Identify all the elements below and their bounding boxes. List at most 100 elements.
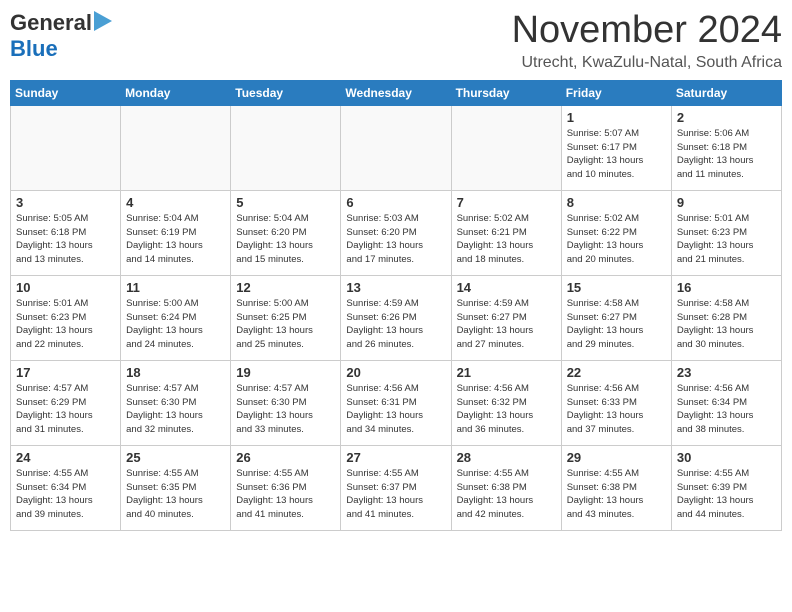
day-info: Sunrise: 4:56 AM Sunset: 6:34 PM Dayligh… [677, 382, 776, 437]
day-info: Sunrise: 4:58 AM Sunset: 6:27 PM Dayligh… [567, 297, 666, 352]
logo-arrow-icon [94, 11, 112, 36]
day-number: 20 [346, 365, 445, 380]
col-header-saturday: Saturday [671, 80, 781, 105]
calendar-cell: 3 Sunrise: 5:05 AM Sunset: 6:18 PM Daylig… [11, 190, 121, 275]
calendar-cell: 8 Sunrise: 5:02 AM Sunset: 6:22 PM Daylig… [561, 190, 671, 275]
calendar-week-2: 3 Sunrise: 5:05 AM Sunset: 6:18 PM Daylig… [11, 190, 782, 275]
calendar-cell: 27 Sunrise: 4:55 AM Sunset: 6:37 PM Dayli… [341, 445, 451, 530]
calendar-cell: 7 Sunrise: 5:02 AM Sunset: 6:21 PM Daylig… [451, 190, 561, 275]
calendar-cell: 5Sunrise: 5:04 AM Sunset: 6:20 PM Daylig… [231, 190, 341, 275]
day-number: 6 [346, 195, 445, 210]
day-number: 2 [677, 110, 776, 125]
page-header: General Blue November 2024 Utrecht, KwaZ… [10, 10, 782, 72]
month-title: November 2024 [512, 10, 782, 52]
day-number: 19 [236, 365, 335, 380]
day-number: 1 [567, 110, 666, 125]
day-number: 22 [567, 365, 666, 380]
day-number: 9 [677, 195, 776, 210]
day-info: Sunrise: 5:04 AM Sunset: 6:20 PM Dayligh… [236, 212, 335, 267]
day-number: 11 [126, 280, 225, 295]
calendar-cell: 2Sunrise: 5:06 AM Sunset: 6:18 PM Daylig… [671, 105, 781, 190]
calendar-cell [341, 105, 451, 190]
day-number: 4 [126, 195, 225, 210]
col-header-monday: Monday [121, 80, 231, 105]
day-info: Sunrise: 4:55 AM Sunset: 6:38 PM Dayligh… [457, 467, 556, 522]
day-number: 25 [126, 450, 225, 465]
day-info: Sunrise: 5:03 AM Sunset: 6:20 PM Dayligh… [346, 212, 445, 267]
day-info: Sunrise: 4:56 AM Sunset: 6:32 PM Dayligh… [457, 382, 556, 437]
day-number: 10 [16, 280, 115, 295]
day-number: 14 [457, 280, 556, 295]
calendar-week-3: 10 Sunrise: 5:01 AM Sunset: 6:23 PM Dayli… [11, 275, 782, 360]
location-subtitle: Utrecht, KwaZulu-Natal, South Africa [512, 54, 782, 72]
calendar-cell: 12Sunrise: 5:00 AM Sunset: 6:25 PM Dayli… [231, 275, 341, 360]
calendar-cell: 25 Sunrise: 4:55 AM Sunset: 6:35 PM Dayli… [121, 445, 231, 530]
calendar-cell: 9Sunrise: 5:01 AM Sunset: 6:23 PM Daylig… [671, 190, 781, 275]
calendar-week-1: 1 Sunrise: 5:07 AM Sunset: 6:17 PM Daylig… [11, 105, 782, 190]
day-info: Sunrise: 4:56 AM Sunset: 6:31 PM Dayligh… [346, 382, 445, 437]
day-info: Sunrise: 4:55 AM Sunset: 6:37 PM Dayligh… [346, 467, 445, 522]
calendar-cell: 13Sunrise: 4:59 AM Sunset: 6:26 PM Dayli… [341, 275, 451, 360]
col-header-sunday: Sunday [11, 80, 121, 105]
day-number: 16 [677, 280, 776, 295]
day-number: 7 [457, 195, 556, 210]
day-number: 21 [457, 365, 556, 380]
calendar-cell: 23 Sunrise: 4:56 AM Sunset: 6:34 PM Dayli… [671, 360, 781, 445]
day-info: Sunrise: 4:55 AM Sunset: 6:35 PM Dayligh… [126, 467, 225, 522]
calendar-header-row: SundayMondayTuesdayWednesdayThursdayFrid… [11, 80, 782, 105]
day-number: 3 [16, 195, 115, 210]
calendar-cell: 11 Sunrise: 5:00 AM Sunset: 6:24 PM Dayli… [121, 275, 231, 360]
logo-blue: Blue [10, 36, 58, 61]
day-number: 29 [567, 450, 666, 465]
day-info: Sunrise: 5:07 AM Sunset: 6:17 PM Dayligh… [567, 127, 666, 182]
calendar-cell: 21 Sunrise: 4:56 AM Sunset: 6:32 PM Dayli… [451, 360, 561, 445]
calendar-cell: 10 Sunrise: 5:01 AM Sunset: 6:23 PM Dayli… [11, 275, 121, 360]
calendar-week-4: 17Sunrise: 4:57 AM Sunset: 6:29 PM Dayli… [11, 360, 782, 445]
calendar-week-5: 24 Sunrise: 4:55 AM Sunset: 6:34 PM Dayli… [11, 445, 782, 530]
calendar-cell: 15 Sunrise: 4:58 AM Sunset: 6:27 PM Dayli… [561, 275, 671, 360]
calendar-cell: 20 Sunrise: 4:56 AM Sunset: 6:31 PM Dayli… [341, 360, 451, 445]
calendar-cell: 19 Sunrise: 4:57 AM Sunset: 6:30 PM Dayli… [231, 360, 341, 445]
day-info: Sunrise: 5:00 AM Sunset: 6:24 PM Dayligh… [126, 297, 225, 352]
calendar-cell [11, 105, 121, 190]
col-header-friday: Friday [561, 80, 671, 105]
calendar-cell: 26Sunrise: 4:55 AM Sunset: 6:36 PM Dayli… [231, 445, 341, 530]
calendar-cell: 22 Sunrise: 4:56 AM Sunset: 6:33 PM Dayli… [561, 360, 671, 445]
calendar-cell: 17Sunrise: 4:57 AM Sunset: 6:29 PM Dayli… [11, 360, 121, 445]
day-number: 28 [457, 450, 556, 465]
day-info: Sunrise: 5:02 AM Sunset: 6:21 PM Dayligh… [457, 212, 556, 267]
col-header-tuesday: Tuesday [231, 80, 341, 105]
day-info: Sunrise: 5:05 AM Sunset: 6:18 PM Dayligh… [16, 212, 115, 267]
day-number: 18 [126, 365, 225, 380]
day-number: 24 [16, 450, 115, 465]
day-info: Sunrise: 4:55 AM Sunset: 6:39 PM Dayligh… [677, 467, 776, 522]
day-number: 23 [677, 365, 776, 380]
day-info: Sunrise: 5:02 AM Sunset: 6:22 PM Dayligh… [567, 212, 666, 267]
calendar-cell: 28 Sunrise: 4:55 AM Sunset: 6:38 PM Dayli… [451, 445, 561, 530]
calendar-cell: 16Sunrise: 4:58 AM Sunset: 6:28 PM Dayli… [671, 275, 781, 360]
logo: General Blue [10, 10, 112, 62]
col-header-wednesday: Wednesday [341, 80, 451, 105]
day-info: Sunrise: 4:55 AM Sunset: 6:34 PM Dayligh… [16, 467, 115, 522]
day-info: Sunrise: 4:57 AM Sunset: 6:30 PM Dayligh… [126, 382, 225, 437]
day-info: Sunrise: 4:57 AM Sunset: 6:30 PM Dayligh… [236, 382, 335, 437]
day-info: Sunrise: 5:00 AM Sunset: 6:25 PM Dayligh… [236, 297, 335, 352]
day-number: 27 [346, 450, 445, 465]
calendar-table: SundayMondayTuesdayWednesdayThursdayFrid… [10, 80, 782, 531]
day-number: 15 [567, 280, 666, 295]
day-info: Sunrise: 5:01 AM Sunset: 6:23 PM Dayligh… [16, 297, 115, 352]
calendar-cell [121, 105, 231, 190]
logo-general: General [10, 10, 92, 36]
calendar-cell: 30 Sunrise: 4:55 AM Sunset: 6:39 PM Dayli… [671, 445, 781, 530]
day-info: Sunrise: 5:04 AM Sunset: 6:19 PM Dayligh… [126, 212, 225, 267]
calendar-cell: 1 Sunrise: 5:07 AM Sunset: 6:17 PM Daylig… [561, 105, 671, 190]
day-number: 8 [567, 195, 666, 210]
calendar-cell: 24 Sunrise: 4:55 AM Sunset: 6:34 PM Dayli… [11, 445, 121, 530]
day-number: 17 [16, 365, 115, 380]
calendar-cell: 29Sunrise: 4:55 AM Sunset: 6:38 PM Dayli… [561, 445, 671, 530]
title-block: November 2024 Utrecht, KwaZulu-Natal, So… [512, 10, 782, 72]
day-number: 30 [677, 450, 776, 465]
day-info: Sunrise: 4:59 AM Sunset: 6:26 PM Dayligh… [346, 297, 445, 352]
day-info: Sunrise: 4:56 AM Sunset: 6:33 PM Dayligh… [567, 382, 666, 437]
col-header-thursday: Thursday [451, 80, 561, 105]
